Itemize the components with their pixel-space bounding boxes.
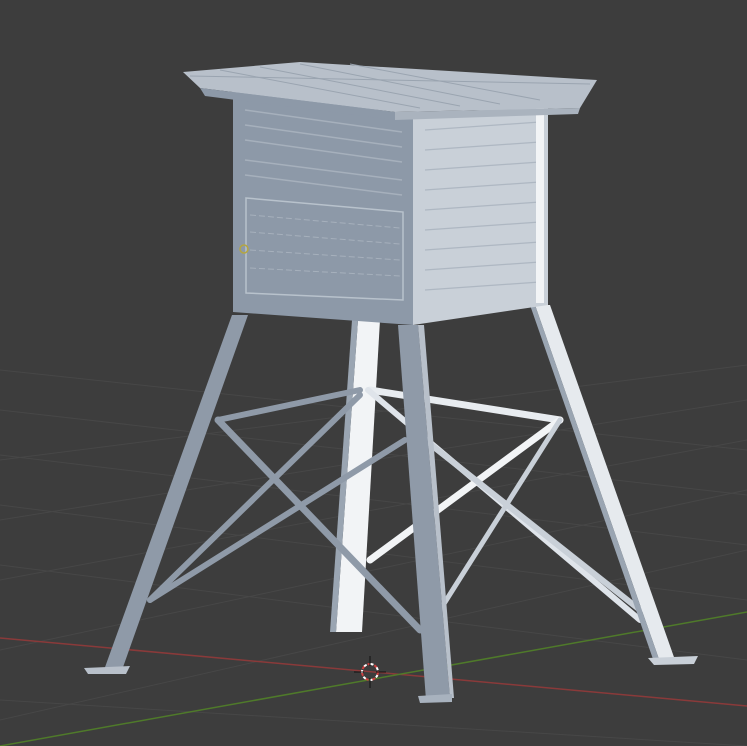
right-leg <box>530 305 698 665</box>
front-center-leg <box>398 325 454 703</box>
viewport-scene[interactable] <box>0 0 747 746</box>
3d-viewport[interactable] <box>0 0 747 746</box>
cross-braces <box>147 386 643 634</box>
front-left-leg <box>84 315 248 674</box>
box-front-face <box>233 88 413 325</box>
instrument-box <box>233 88 548 325</box>
box-side-face <box>413 105 548 325</box>
